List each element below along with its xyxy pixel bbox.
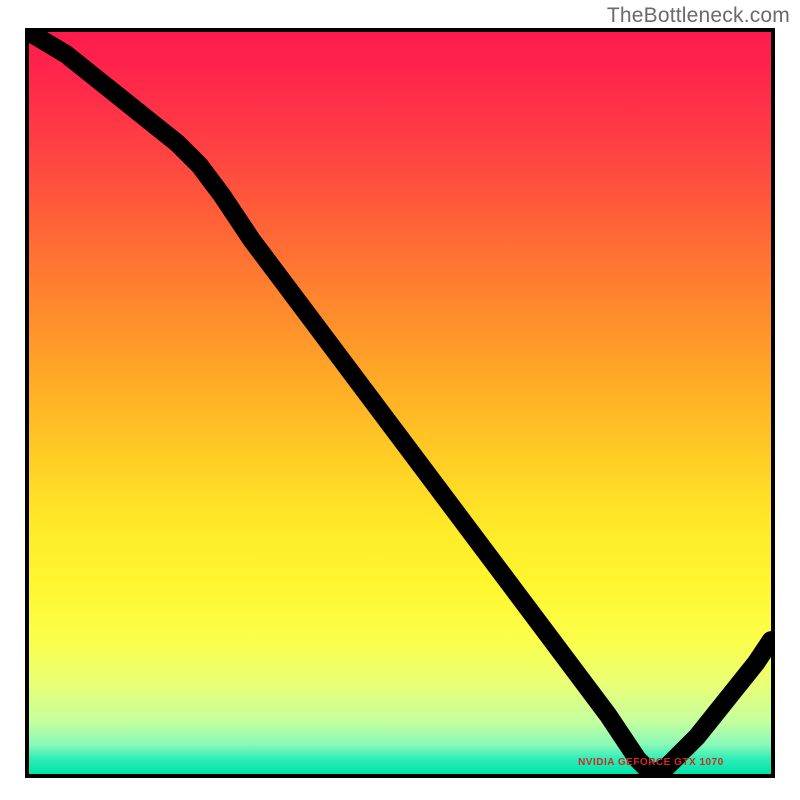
chart-container: TheBottleneck.com NVIDIA GeForce GTX 107… [0, 0, 800, 800]
minimum-point-label: NVIDIA GeForce GTX 1070 [578, 757, 724, 768]
line-layer [29, 32, 771, 774]
plot-area: NVIDIA GeForce GTX 1070 [25, 28, 775, 778]
bottleneck-curve [29, 32, 771, 774]
watermark-text: TheBottleneck.com [607, 4, 790, 28]
